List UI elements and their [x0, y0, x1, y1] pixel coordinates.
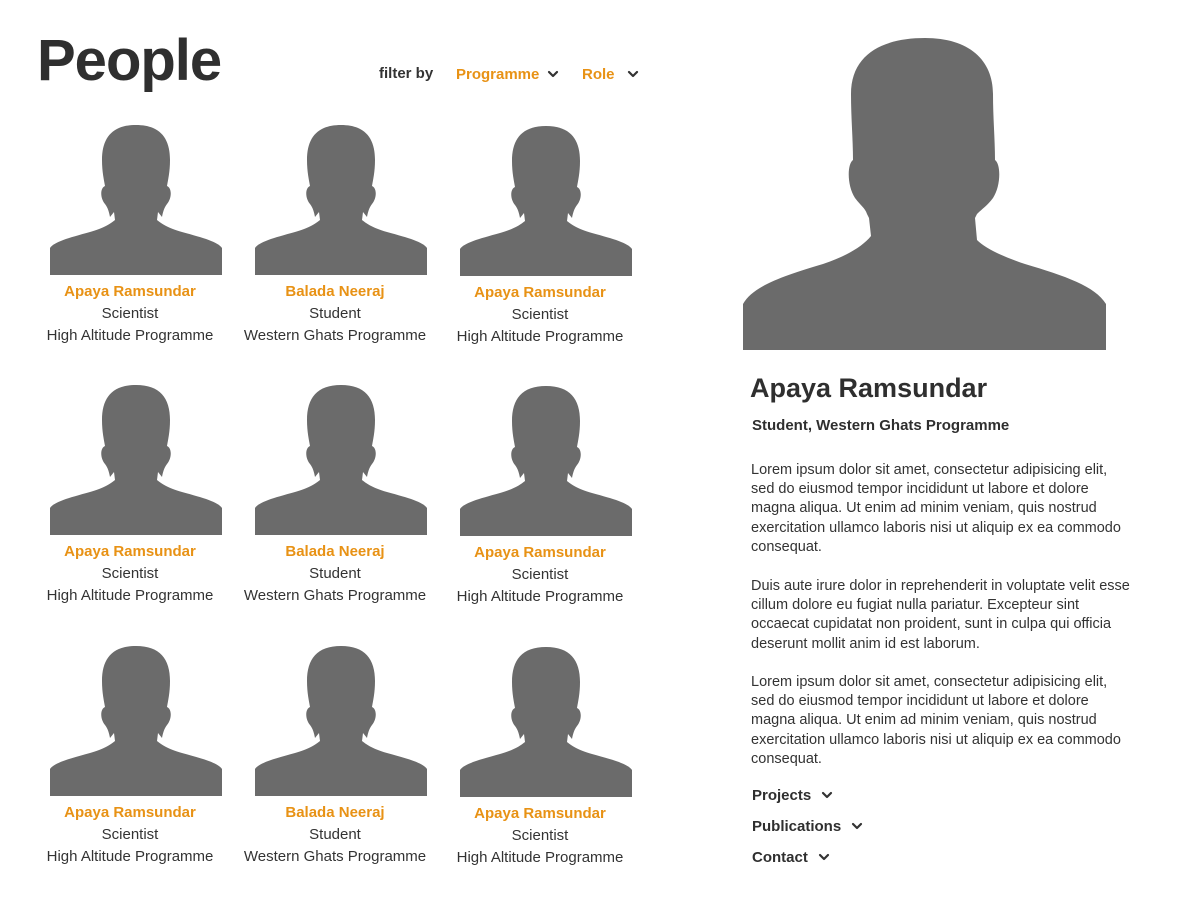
person-card[interactable]: Apaya Ramsundar Scientist High Altitude … — [450, 381, 650, 621]
person-silhouette-icon — [460, 121, 632, 276]
chevron-down-icon — [818, 851, 830, 863]
filter-by-label: filter by — [379, 65, 434, 82]
chevron-down-icon — [851, 820, 863, 832]
person-role: Scientist — [511, 827, 569, 844]
programme-filter-label: Programme — [456, 65, 540, 83]
person-name[interactable]: Apaya Ramsundar — [40, 543, 220, 560]
person-role: Scientist — [101, 826, 159, 843]
detail-bio-paragraph: Duis aute irure dolor in reprehenderit i… — [751, 578, 1130, 652]
person-silhouette-icon — [460, 642, 632, 797]
contact-section-toggle[interactable]: Contact — [752, 846, 830, 868]
person-card[interactable]: Apaya Ramsundar Scientist High Altitude … — [450, 642, 650, 882]
role-filter-dropdown[interactable]: Role — [582, 62, 639, 86]
person-role: Scientist — [101, 565, 159, 582]
person-silhouette-icon — [255, 380, 427, 535]
chevron-down-icon — [821, 789, 833, 801]
person-name[interactable]: Apaya Ramsundar — [450, 544, 630, 561]
role-filter-label: Role — [582, 65, 615, 83]
person-silhouette-icon — [255, 641, 427, 796]
publications-section-label: Publications — [752, 817, 842, 835]
contact-section-label: Contact — [752, 848, 808, 866]
person-card[interactable]: Balada Neeraj Student Western Ghats Prog… — [244, 120, 445, 360]
filter-bar: filter by Programme Role — [379, 62, 659, 88]
person-role: Student — [309, 565, 361, 582]
person-programme: High Altitude Programme — [46, 848, 214, 865]
publications-section-toggle[interactable]: Publications — [752, 815, 863, 837]
person-name[interactable]: Apaya Ramsundar — [40, 283, 220, 300]
person-card[interactable]: Balada Neeraj Student Western Ghats Prog… — [244, 641, 445, 881]
person-silhouette-icon — [50, 380, 222, 535]
person-name[interactable]: Apaya Ramsundar — [450, 805, 630, 822]
chevron-down-icon — [627, 68, 639, 80]
person-role: Scientist — [511, 566, 569, 583]
person-name[interactable]: Apaya Ramsundar — [40, 804, 220, 821]
person-programme: High Altitude Programme — [46, 327, 214, 344]
person-name[interactable]: Balada Neeraj — [245, 804, 425, 821]
person-card[interactable]: Apaya Ramsundar Scientist High Altitude … — [40, 641, 240, 881]
person-programme: High Altitude Programme — [46, 587, 214, 604]
person-card[interactable]: Apaya Ramsundar Scientist High Altitude … — [450, 121, 650, 361]
person-detail-panel: Apaya Ramsundar Student, Western Ghats P… — [743, 36, 1143, 886]
person-programme: High Altitude Programme — [456, 849, 624, 866]
programme-filter-dropdown[interactable]: Programme — [456, 62, 559, 86]
person-card[interactable]: Apaya Ramsundar Scientist High Altitude … — [40, 380, 240, 620]
person-role: Student — [309, 305, 361, 322]
person-programme: Western Ghats Programme — [243, 587, 427, 604]
person-silhouette-icon — [255, 120, 427, 275]
person-programme: High Altitude Programme — [456, 588, 624, 605]
page-title: People — [37, 28, 222, 93]
detail-bio-paragraph: Lorem ipsum dolor sit amet, consectetur … — [751, 674, 1121, 767]
person-silhouette-icon — [50, 120, 222, 275]
person-programme: Western Ghats Programme — [243, 848, 427, 865]
person-programme: Western Ghats Programme — [243, 327, 427, 344]
person-silhouette-icon — [50, 641, 222, 796]
person-name[interactable]: Apaya Ramsundar — [450, 284, 630, 301]
person-name[interactable]: Balada Neeraj — [245, 283, 425, 300]
person-card[interactable]: Balada Neeraj Student Western Ghats Prog… — [244, 380, 445, 620]
chevron-down-icon — [547, 68, 559, 80]
detail-person-name: Apaya Ramsundar — [750, 373, 988, 403]
person-silhouette-icon — [460, 381, 632, 536]
person-role: Scientist — [101, 305, 159, 322]
person-role: Scientist — [511, 306, 569, 323]
person-name[interactable]: Balada Neeraj — [245, 543, 425, 560]
person-programme: High Altitude Programme — [456, 328, 624, 345]
projects-section-toggle[interactable]: Projects — [752, 784, 833, 806]
detail-bio-paragraph: Lorem ipsum dolor sit amet, consectetur … — [751, 462, 1121, 555]
person-role: Student — [309, 826, 361, 843]
projects-section-label: Projects — [752, 786, 812, 804]
person-card[interactable]: Apaya Ramsundar Scientist High Altitude … — [40, 120, 240, 360]
people-grid: Apaya Ramsundar Scientist High Altitude … — [40, 120, 650, 880]
person-silhouette-icon — [743, 36, 1106, 350]
detail-person-subtitle: Student, Western Ghats Programme — [752, 417, 1010, 434]
